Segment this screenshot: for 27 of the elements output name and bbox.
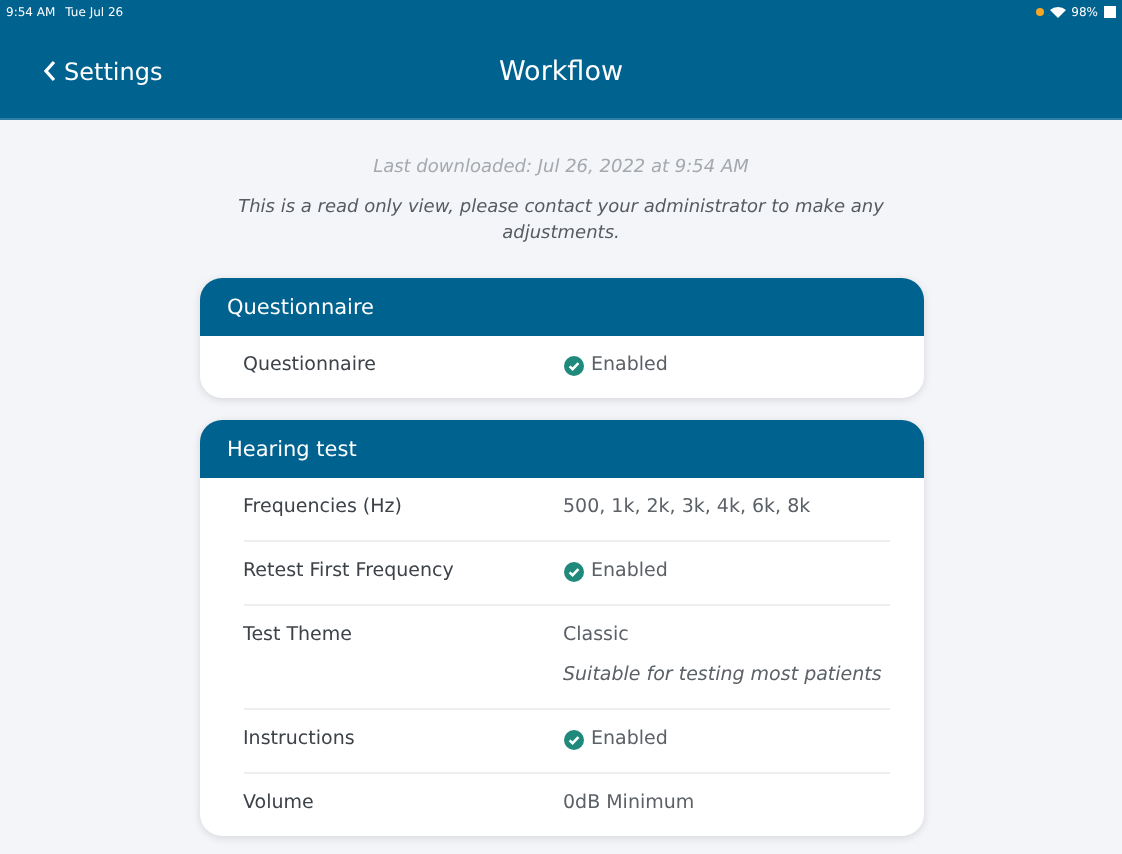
setting-value: 0dB Minimum (563, 792, 697, 815)
check-circle-icon (563, 729, 583, 750)
check-circle-icon (563, 355, 583, 376)
setting-value: 500, 1k, 2k, 3k, 4k, 6k, 8k (563, 496, 813, 519)
setting-label: Volume (243, 792, 316, 815)
wifi-icon (1049, 6, 1066, 18)
section-header: Questionnaire (199, 278, 923, 337)
back-link[interactable]: Settings (44, 57, 499, 85)
status-text: Enabled (591, 728, 668, 751)
setting-value: Classic (563, 624, 631, 647)
section-header: Hearing test (199, 420, 923, 479)
setting-label: Frequencies (Hz) (243, 496, 404, 519)
notice-text: This is a read only view, please contact your administrator to make any adjustments. (236, 196, 886, 249)
dot-icon (1035, 8, 1044, 16)
battery-icon (1104, 6, 1116, 18)
setting-label: Questionnaire (243, 354, 379, 377)
setting-note: Suitable for testing most patients (563, 664, 884, 687)
status-text: Enabled (591, 560, 668, 583)
back-label: Settings (64, 57, 163, 85)
page-title: Workflow (499, 55, 623, 87)
status-text: Enabled (591, 354, 668, 377)
last-downloaded-text: Last downloaded: Jul 26, 2022 at 9:54 AM (373, 158, 749, 178)
chevron-left-icon (44, 60, 56, 82)
setting-label: Test Theme (243, 624, 354, 651)
check-circle-icon (563, 561, 583, 582)
setting-label: Retest First Frequency (243, 560, 456, 583)
setting-label: Instructions (243, 728, 357, 751)
